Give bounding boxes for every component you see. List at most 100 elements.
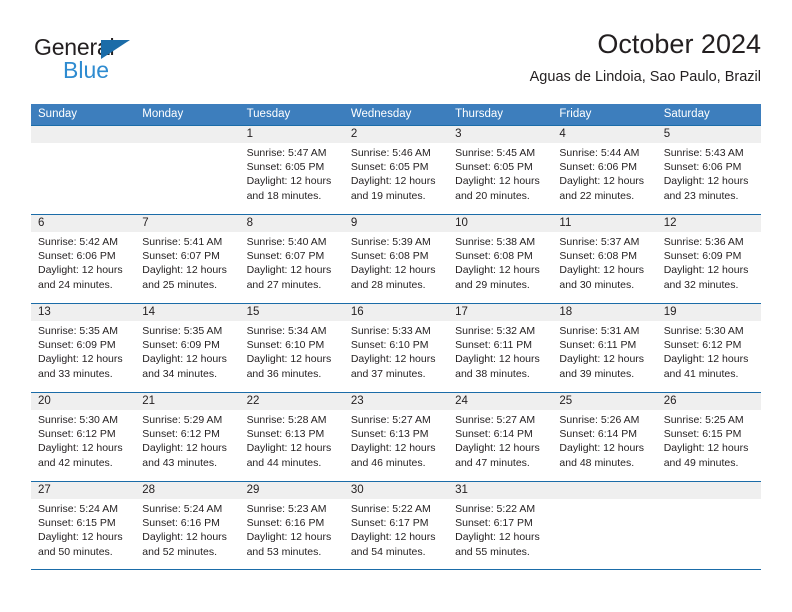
day-detail-line: Daylight: 12 hours <box>663 264 749 277</box>
weekday-header-thursday: Thursday <box>455 108 504 120</box>
calendar-day-cell[interactable]: 8 Sunrise: 5:40 AM Sunset: 6:07 PM Daylight… <box>239 215 344 303</box>
day-detail-line: Daylight: 12 hours <box>559 264 645 277</box>
day-detail-line: Sunset: 6:09 PM <box>663 250 742 263</box>
day-detail-line: Sunrise: 5:25 AM <box>663 414 744 426</box>
day-detail-line: Daylight: 12 hours <box>246 264 332 277</box>
day-detail-line: Sunrise: 5:24 AM <box>142 503 223 515</box>
calendar-day-cell[interactable]: 25 Sunrise: 5:26 AM Sunset: 6:14 PM Dayligh… <box>552 393 657 481</box>
calendar-day-cell-empty <box>656 482 761 569</box>
calendar-day-cell[interactable]: 15 Sunrise: 5:34 AM Sunset: 6:10 PM Dayligh… <box>239 304 344 392</box>
calendar-grid: Sunday Monday Tuesday Wednesday Thursday Frid… <box>31 104 761 570</box>
day-detail-line: Sunset: 6:09 PM <box>38 339 116 352</box>
day-number: 30 <box>350 484 364 496</box>
calendar-day-cell[interactable]: 29 Sunrise: 5:23 AM Sunset: 6:16 PM Dayligh… <box>239 482 344 569</box>
day-detail-line: and 23 minutes. <box>663 189 739 202</box>
day-detail-line: Daylight: 12 hours <box>455 264 540 277</box>
calendar-week-row: 13 Sunrise: 5:35 AM Sunset: 6:09 PM Dayligh… <box>31 303 761 392</box>
day-number: 27 <box>38 484 51 496</box>
day-detail-line: Sunset: 6:15 PM <box>663 428 742 441</box>
day-number-band: 15 <box>239 304 344 321</box>
day-detail-body: Sunrise: 5:22 AM Sunset: 6:17 PM Daylight:… <box>448 499 552 559</box>
day-number-band: 23 <box>343 393 449 410</box>
day-detail-line: Sunrise: 5:41 AM <box>142 236 223 248</box>
day-detail-body: Sunrise: 5:31 AM Sunset: 6:11 PM Daylight:… <box>552 321 656 381</box>
day-detail-line: Sunrise: 5:39 AM <box>350 236 431 248</box>
day-number-band: 18 <box>552 304 657 321</box>
weekday-header-wednesday: Wednesday <box>350 108 412 120</box>
day-detail-line: Sunrise: 5:38 AM <box>455 236 536 248</box>
day-detail-body: Sunrise: 5:43 AM Sunset: 6:06 PM Daylight:… <box>657 143 761 203</box>
calendar-day-cell[interactable]: 10 Sunrise: 5:38 AM Sunset: 6:08 PM Dayligh… <box>448 215 553 303</box>
day-number-band: 27 <box>31 482 136 499</box>
calendar-day-cell[interactable]: 3 Sunrise: 5:45 AM Sunset: 6:05 PM Daylight… <box>448 126 553 214</box>
weekday-header-tuesday: Tuesday <box>246 108 291 120</box>
day-detail-body: Sunrise: 5:30 AM Sunset: 6:12 PM Daylight:… <box>657 321 761 381</box>
generalblue-logo[interactable]: General Blue <box>34 34 184 90</box>
day-detail-line: Sunset: 6:13 PM <box>350 428 429 441</box>
day-detail-line: Sunrise: 5:45 AM <box>455 147 536 159</box>
calendar-day-cell[interactable]: 23 Sunrise: 5:27 AM Sunset: 6:13 PM Dayligh… <box>343 393 449 481</box>
day-detail-line: Sunrise: 5:33 AM <box>350 325 431 337</box>
day-detail-body: Sunrise: 5:35 AM Sunset: 6:09 PM Daylight:… <box>135 321 239 381</box>
calendar-day-cell[interactable]: 31 Sunrise: 5:22 AM Sunset: 6:17 PM Dayligh… <box>448 482 553 569</box>
day-detail-line: Sunset: 6:06 PM <box>663 161 742 174</box>
day-detail-line: and 37 minutes. <box>350 367 426 380</box>
calendar-day-cell[interactable]: 13 Sunrise: 5:35 AM Sunset: 6:09 PM Dayligh… <box>31 304 136 392</box>
day-detail-line: Daylight: 12 hours <box>455 175 540 188</box>
day-number: 24 <box>455 395 468 407</box>
day-detail-line: and 18 minutes. <box>246 189 322 202</box>
day-detail-body: Sunrise: 5:27 AM Sunset: 6:14 PM Daylight:… <box>448 410 552 470</box>
day-number-band: 19 <box>656 304 761 321</box>
day-number-band: 26 <box>656 393 761 410</box>
calendar-day-cell[interactable]: 20 Sunrise: 5:30 AM Sunset: 6:12 PM Dayligh… <box>31 393 136 481</box>
day-number-band: 5 <box>656 126 761 143</box>
day-detail-line: Sunrise: 5:47 AM <box>246 147 327 159</box>
calendar-day-cell[interactable]: 24 Sunrise: 5:27 AM Sunset: 6:14 PM Dayligh… <box>448 393 553 481</box>
day-detail-body <box>135 143 239 146</box>
day-detail-line: and 47 minutes. <box>455 456 530 469</box>
page-header: General Blue October 2024 Aguas de Lindo… <box>31 28 761 98</box>
calendar-day-cell[interactable]: 18 Sunrise: 5:31 AM Sunset: 6:11 PM Dayligh… <box>552 304 657 392</box>
calendar-day-cell[interactable]: 1 Sunrise: 5:47 AM Sunset: 6:05 PM Daylight… <box>239 126 344 214</box>
calendar-day-cell[interactable]: 26 Sunrise: 5:25 AM Sunset: 6:15 PM Dayligh… <box>656 393 761 481</box>
calendar-day-cell[interactable]: 12 Sunrise: 5:36 AM Sunset: 6:09 PM Dayligh… <box>656 215 761 303</box>
day-detail-line: Daylight: 12 hours <box>38 353 123 366</box>
calendar-day-cell[interactable]: 17 Sunrise: 5:32 AM Sunset: 6:11 PM Dayligh… <box>448 304 553 392</box>
calendar-day-cell[interactable]: 28 Sunrise: 5:24 AM Sunset: 6:16 PM Dayligh… <box>135 482 240 569</box>
calendar-day-cell[interactable]: 21 Sunrise: 5:29 AM Sunset: 6:12 PM Dayligh… <box>135 393 240 481</box>
day-detail-line: Sunset: 6:12 PM <box>38 428 116 441</box>
day-detail-line: Sunset: 6:05 PM <box>350 161 429 174</box>
day-detail-line: Sunset: 6:12 PM <box>142 428 220 441</box>
day-number-band: 7 <box>135 215 240 232</box>
day-detail-line: and 33 minutes. <box>38 367 113 380</box>
calendar-day-cell[interactable]: 27 Sunrise: 5:24 AM Sunset: 6:15 PM Dayligh… <box>31 482 136 569</box>
calendar-weeks: 1 Sunrise: 5:47 AM Sunset: 6:05 PM Daylight… <box>31 125 761 570</box>
day-detail-line: and 38 minutes. <box>455 367 530 380</box>
calendar-day-cell[interactable]: 2 Sunrise: 5:46 AM Sunset: 6:05 PM Daylight… <box>343 126 449 214</box>
calendar-day-cell[interactable]: 4 Sunrise: 5:44 AM Sunset: 6:06 PM Daylight… <box>552 126 657 214</box>
calendar-day-cell[interactable]: 9 Sunrise: 5:39 AM Sunset: 6:08 PM Daylight… <box>343 215 449 303</box>
day-number-band: 20 <box>31 393 136 410</box>
calendar-day-cell[interactable]: 7 Sunrise: 5:41 AM Sunset: 6:07 PM Daylight… <box>135 215 240 303</box>
day-detail-line: Sunset: 6:13 PM <box>246 428 325 441</box>
day-detail-line: and 55 minutes. <box>455 545 530 558</box>
day-detail-line: and 48 minutes. <box>559 456 635 469</box>
day-detail-line: Sunrise: 5:35 AM <box>142 325 223 337</box>
calendar-day-cell[interactable]: 16 Sunrise: 5:33 AM Sunset: 6:10 PM Dayligh… <box>343 304 449 392</box>
day-detail-line: Sunrise: 5:44 AM <box>559 147 640 159</box>
calendar-day-cell[interactable]: 30 Sunrise: 5:22 AM Sunset: 6:17 PM Dayligh… <box>343 482 449 569</box>
day-detail-line: and 52 minutes. <box>142 545 217 558</box>
calendar-day-cell[interactable]: 6 Sunrise: 5:42 AM Sunset: 6:06 PM Daylight… <box>31 215 136 303</box>
day-detail-line: Sunrise: 5:27 AM <box>455 414 536 426</box>
day-detail-line: Sunrise: 5:23 AM <box>246 503 327 515</box>
calendar-day-cell[interactable]: 22 Sunrise: 5:28 AM Sunset: 6:13 PM Dayligh… <box>239 393 344 481</box>
calendar-day-cell[interactable]: 11 Sunrise: 5:37 AM Sunset: 6:08 PM Dayligh… <box>552 215 657 303</box>
day-detail-line: Daylight: 12 hours <box>455 442 540 455</box>
calendar-day-cell[interactable]: 14 Sunrise: 5:35 AM Sunset: 6:09 PM Dayligh… <box>135 304 240 392</box>
calendar-day-cell[interactable]: 19 Sunrise: 5:30 AM Sunset: 6:12 PM Dayligh… <box>656 304 761 392</box>
day-number: 12 <box>663 217 677 229</box>
day-number: 23 <box>350 395 364 407</box>
day-number: 5 <box>663 128 671 140</box>
day-detail-line: Sunset: 6:05 PM <box>246 161 325 174</box>
calendar-day-cell[interactable]: 5 Sunrise: 5:43 AM Sunset: 6:06 PM Daylight… <box>656 126 761 214</box>
